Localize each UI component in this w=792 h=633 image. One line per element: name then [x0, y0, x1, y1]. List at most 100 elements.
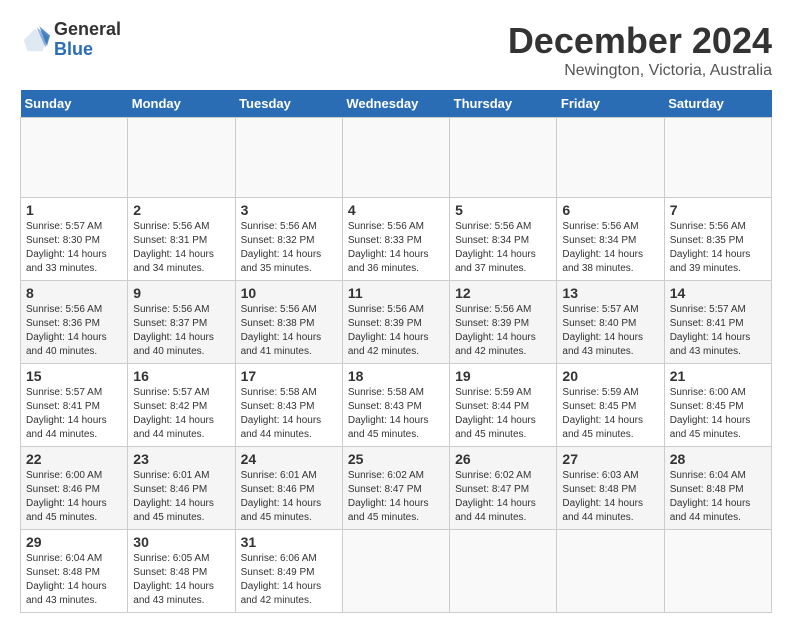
calendar-cell	[128, 118, 235, 198]
calendar-cell	[342, 530, 449, 613]
calendar-cell: 16 Sunrise: 5:57 AM Sunset: 8:42 PM Dayli…	[128, 364, 235, 447]
calendar-week-row	[21, 118, 772, 198]
day-info: Sunrise: 5:56 AM Sunset: 8:33 PM Dayligh…	[348, 220, 444, 276]
location: Newington, Victoria, Australia	[508, 62, 772, 80]
day-info: Sunrise: 5:57 AM Sunset: 8:42 PM Dayligh…	[133, 386, 229, 442]
calendar-cell: 1Sunrise: 5:57 AM Sunset: 8:30 PM Daylig…	[21, 198, 128, 281]
calendar-cell: 4 Sunrise: 5:56 AM Sunset: 8:33 PM Daylig…	[342, 198, 449, 281]
calendar-cell: 26 Sunrise: 6:02 AM Sunset: 8:47 PM Dayli…	[450, 447, 557, 530]
day-number: 5	[455, 202, 551, 218]
calendar-cell: 10 Sunrise: 5:56 AM Sunset: 8:38 PM Dayli…	[235, 281, 342, 364]
day-info: Sunrise: 6:02 AM Sunset: 8:47 PM Dayligh…	[455, 469, 551, 525]
calendar-cell	[450, 530, 557, 613]
calendar-cell: 21 Sunrise: 6:00 AM Sunset: 8:45 PM Dayli…	[664, 364, 771, 447]
header-saturday: Saturday	[664, 90, 771, 118]
calendar-cell: 3 Sunrise: 5:56 AM Sunset: 8:32 PM Daylig…	[235, 198, 342, 281]
day-number: 12	[455, 285, 551, 301]
calendar-cell: 11 Sunrise: 5:56 AM Sunset: 8:39 PM Dayli…	[342, 281, 449, 364]
calendar-cell: 25Sunrise: 6:02 AM Sunset: 8:47 PM Dayli…	[342, 447, 449, 530]
day-number: 8	[26, 285, 122, 301]
title-block: December 2024 Newington, Victoria, Austr…	[508, 20, 772, 80]
day-number: 24	[241, 451, 337, 467]
day-number: 2	[133, 202, 229, 218]
calendar-cell: 27Sunrise: 6:03 AM Sunset: 8:48 PM Dayli…	[557, 447, 664, 530]
day-number: 27	[562, 451, 658, 467]
calendar-cell	[664, 118, 771, 198]
day-number: 17	[241, 368, 337, 384]
calendar-cell: 9 Sunrise: 5:56 AM Sunset: 8:37 PM Daylig…	[128, 281, 235, 364]
day-number: 7	[670, 202, 766, 218]
day-info: Sunrise: 5:56 AM Sunset: 8:32 PM Dayligh…	[241, 220, 337, 276]
calendar-cell	[557, 118, 664, 198]
calendar-cell: 5Sunrise: 5:56 AM Sunset: 8:34 PM Daylig…	[450, 198, 557, 281]
logo-line1: General	[54, 20, 121, 40]
day-info: Sunrise: 5:59 AM Sunset: 8:45 PM Dayligh…	[562, 386, 658, 442]
day-number: 21	[670, 368, 766, 384]
day-info: Sunrise: 5:59 AM Sunset: 8:44 PM Dayligh…	[455, 386, 551, 442]
calendar-cell: 14 Sunrise: 5:57 AM Sunset: 8:41 PM Dayli…	[664, 281, 771, 364]
day-number: 31	[241, 534, 337, 550]
calendar-cell: 19 Sunrise: 5:59 AM Sunset: 8:44 PM Dayli…	[450, 364, 557, 447]
logo: General Blue	[20, 20, 121, 60]
calendar-cell	[342, 118, 449, 198]
day-info: Sunrise: 6:04 AM Sunset: 8:48 PM Dayligh…	[670, 469, 766, 525]
day-info: Sunrise: 6:00 AM Sunset: 8:45 PM Dayligh…	[670, 386, 766, 442]
calendar-cell: 28 Sunrise: 6:04 AM Sunset: 8:48 PM Dayli…	[664, 447, 771, 530]
day-info: Sunrise: 6:01 AM Sunset: 8:46 PM Dayligh…	[241, 469, 337, 525]
page-header: General Blue December 2024 Newington, Vi…	[20, 20, 772, 80]
calendar-cell: 24 Sunrise: 6:01 AM Sunset: 8:46 PM Dayli…	[235, 447, 342, 530]
day-number: 30	[133, 534, 229, 550]
day-info: Sunrise: 6:05 AM Sunset: 8:48 PM Dayligh…	[133, 552, 229, 608]
header-tuesday: Tuesday	[235, 90, 342, 118]
day-number: 9	[133, 285, 229, 301]
day-number: 3	[241, 202, 337, 218]
day-number: 6	[562, 202, 658, 218]
day-info: Sunrise: 5:56 AM Sunset: 8:39 PM Dayligh…	[348, 303, 444, 359]
day-info: Sunrise: 6:01 AM Sunset: 8:46 PM Dayligh…	[133, 469, 229, 525]
calendar-cell: 6 Sunrise: 5:56 AM Sunset: 8:34 PM Daylig…	[557, 198, 664, 281]
calendar-cell: 13Sunrise: 5:57 AM Sunset: 8:40 PM Dayli…	[557, 281, 664, 364]
calendar-cell: 29Sunrise: 6:04 AM Sunset: 8:48 PM Dayli…	[21, 530, 128, 613]
day-info: Sunrise: 6:00 AM Sunset: 8:46 PM Dayligh…	[26, 469, 122, 525]
calendar-cell	[664, 530, 771, 613]
day-number: 11	[348, 285, 444, 301]
calendar-cell: 7 Sunrise: 5:56 AM Sunset: 8:35 PM Daylig…	[664, 198, 771, 281]
header-friday: Friday	[557, 90, 664, 118]
day-number: 20	[562, 368, 658, 384]
calendar-cell	[450, 118, 557, 198]
calendar-cell	[557, 530, 664, 613]
day-info: Sunrise: 5:57 AM Sunset: 8:41 PM Dayligh…	[26, 386, 122, 442]
day-number: 26	[455, 451, 551, 467]
calendar-week-row: 22 Sunrise: 6:00 AM Sunset: 8:46 PM Dayli…	[21, 447, 772, 530]
calendar-cell: 2Sunrise: 5:56 AM Sunset: 8:31 PM Daylig…	[128, 198, 235, 281]
calendar-cell: 31 Sunrise: 6:06 AM Sunset: 8:49 PM Dayli…	[235, 530, 342, 613]
day-number: 4	[348, 202, 444, 218]
day-number: 10	[241, 285, 337, 301]
calendar-cell: 8Sunrise: 5:56 AM Sunset: 8:36 PM Daylig…	[21, 281, 128, 364]
calendar-cell: 12Sunrise: 5:56 AM Sunset: 8:39 PM Dayli…	[450, 281, 557, 364]
day-info: Sunrise: 5:56 AM Sunset: 8:34 PM Dayligh…	[562, 220, 658, 276]
day-info: Sunrise: 5:56 AM Sunset: 8:38 PM Dayligh…	[241, 303, 337, 359]
calendar-cell: 18Sunrise: 5:58 AM Sunset: 8:43 PM Dayli…	[342, 364, 449, 447]
day-number: 22	[26, 451, 122, 467]
day-info: Sunrise: 6:06 AM Sunset: 8:49 PM Dayligh…	[241, 552, 337, 608]
day-number: 15	[26, 368, 122, 384]
header-monday: Monday	[128, 90, 235, 118]
day-number: 25	[348, 451, 444, 467]
day-number: 28	[670, 451, 766, 467]
day-info: Sunrise: 5:56 AM Sunset: 8:37 PM Dayligh…	[133, 303, 229, 359]
day-info: Sunrise: 5:56 AM Sunset: 8:35 PM Dayligh…	[670, 220, 766, 276]
logo-line2: Blue	[54, 40, 121, 60]
day-info: Sunrise: 5:58 AM Sunset: 8:43 PM Dayligh…	[241, 386, 337, 442]
day-info: Sunrise: 5:57 AM Sunset: 8:41 PM Dayligh…	[670, 303, 766, 359]
calendar-cell: 17 Sunrise: 5:58 AM Sunset: 8:43 PM Dayli…	[235, 364, 342, 447]
day-number: 19	[455, 368, 551, 384]
day-info: Sunrise: 5:57 AM Sunset: 8:30 PM Dayligh…	[26, 220, 122, 276]
calendar-week-row: 1Sunrise: 5:57 AM Sunset: 8:30 PM Daylig…	[21, 198, 772, 281]
month-title: December 2024	[508, 20, 772, 62]
day-info: Sunrise: 6:04 AM Sunset: 8:48 PM Dayligh…	[26, 552, 122, 608]
header-sunday: Sunday	[21, 90, 128, 118]
header-wednesday: Wednesday	[342, 90, 449, 118]
day-number: 14	[670, 285, 766, 301]
day-number: 16	[133, 368, 229, 384]
